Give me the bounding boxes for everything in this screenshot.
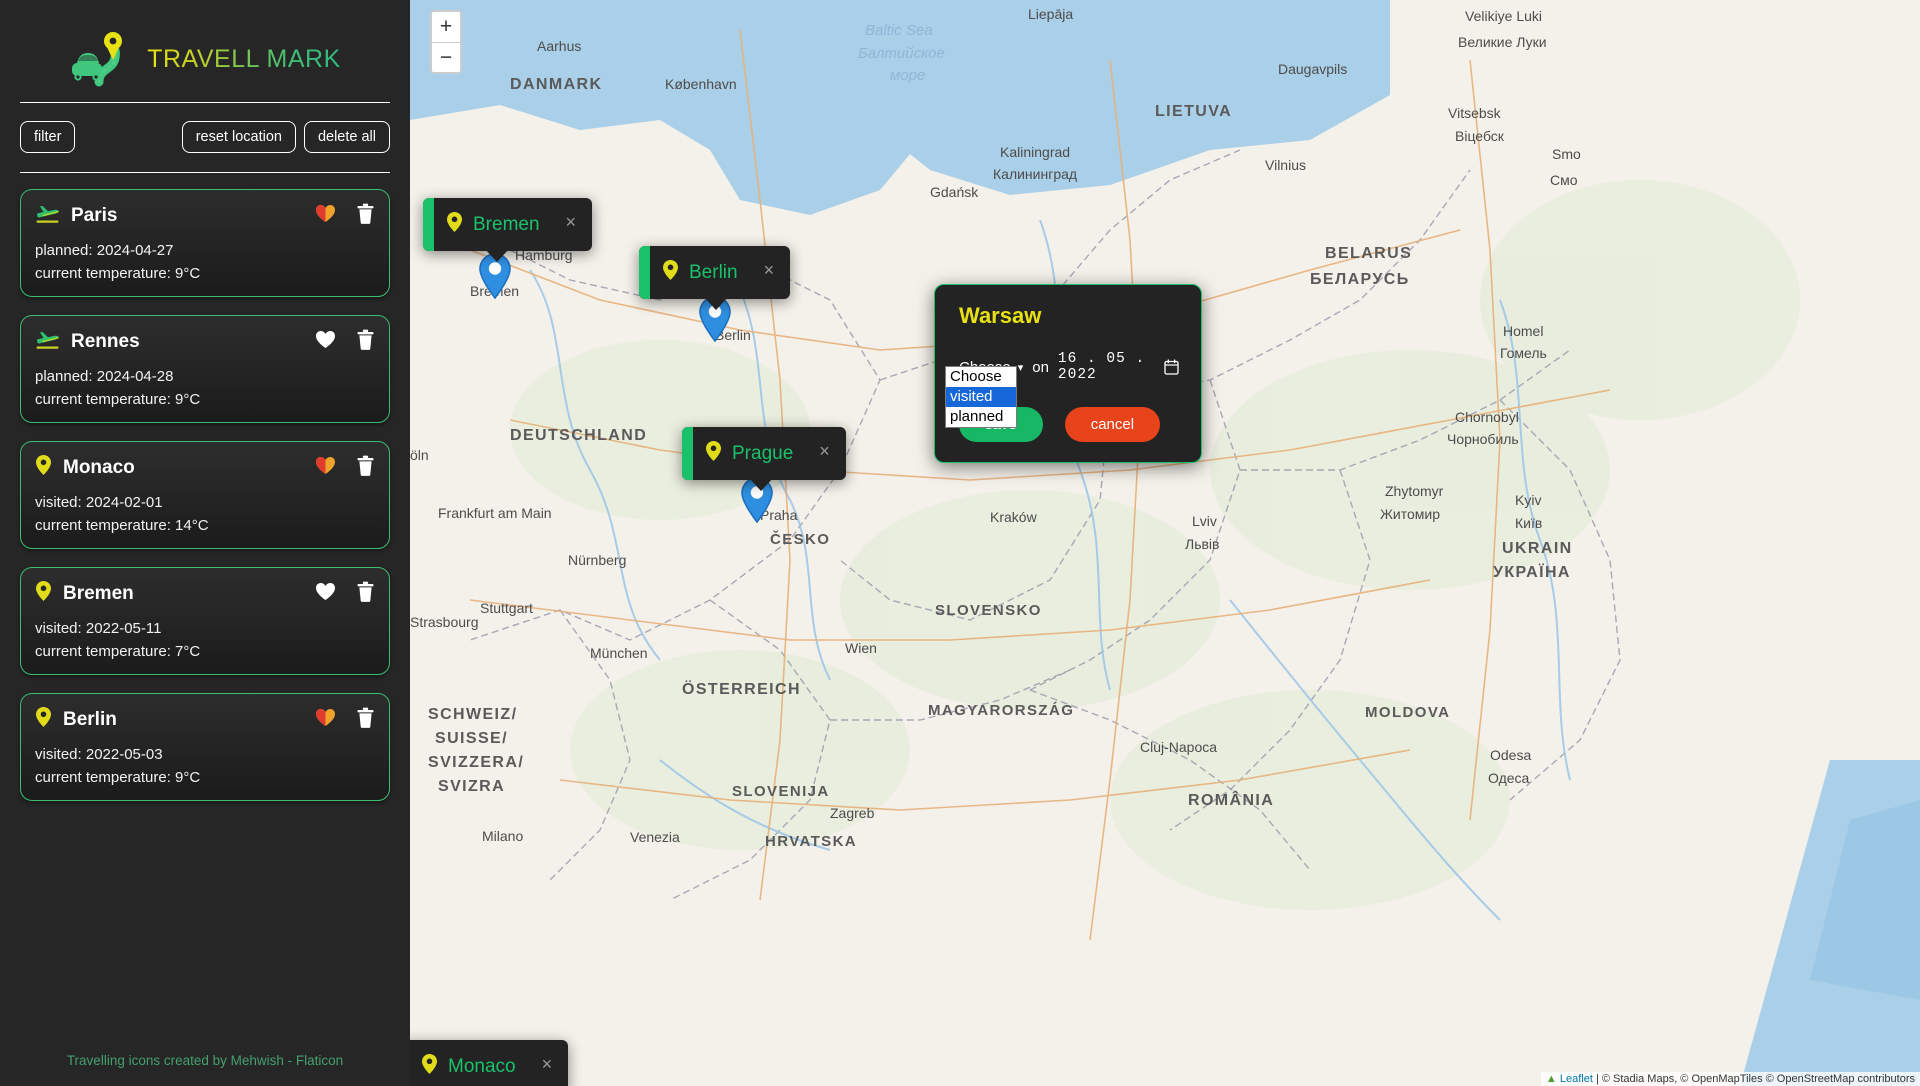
popup-title: Prague xyxy=(732,442,794,464)
card-status: planned: 2024-04-27 xyxy=(35,242,174,259)
dialog-title: Warsaw xyxy=(959,303,1042,328)
zoom-control[interactable]: + − xyxy=(430,10,462,74)
popup-body: Monaco × xyxy=(410,1040,568,1086)
trash-icon[interactable] xyxy=(356,203,375,224)
card-title: Rennes xyxy=(71,330,140,352)
date-value: 16 . 05 . 2022 xyxy=(1057,351,1146,383)
card-actions xyxy=(315,455,375,476)
card-status: visited: 2022-05-11 xyxy=(35,620,162,637)
map-tiles xyxy=(410,0,1920,1086)
card-title: Bremen xyxy=(63,582,134,604)
popup-title: Berlin xyxy=(689,261,738,283)
close-icon[interactable]: × xyxy=(803,442,832,460)
attribution-sources: | © Stadia Maps, © OpenMapTiles © OpenSt… xyxy=(1595,1073,1915,1085)
popup-accent-bar xyxy=(423,198,434,251)
airplane-icon xyxy=(35,203,60,229)
map-popup-berlin[interactable]: Berlin × xyxy=(639,246,791,310)
map-view[interactable]: + − Aarhus DANMARK København Baltic Sea Балт… xyxy=(410,0,1920,1086)
filter-button[interactable]: filter xyxy=(20,121,76,153)
card-status: visited: 2024-02-01 xyxy=(35,494,163,511)
map-pin-icon xyxy=(446,211,463,238)
dropdown-option-planned[interactable]: planned xyxy=(946,407,1016,427)
heart-outline-icon[interactable] xyxy=(315,582,336,601)
card-status: visited: 2022-05-03 xyxy=(35,746,163,763)
card-temperature: current temperature: 14°C xyxy=(35,517,209,534)
card-title: Berlin xyxy=(63,708,117,730)
airplane-icon xyxy=(35,329,60,355)
zoom-in-button[interactable]: + xyxy=(432,12,460,42)
trash-icon[interactable] xyxy=(356,329,375,350)
card-temperature: current temperature: 7°C xyxy=(35,643,201,660)
map-pin-icon xyxy=(35,580,52,607)
trash-icon[interactable] xyxy=(356,455,375,476)
popup-body: Bremen × xyxy=(434,198,592,251)
map-popup-bremen[interactable]: Bremen × xyxy=(423,198,593,262)
list-item[interactable]: Berlin visited: 2022-05-03 current tempe… xyxy=(20,693,390,801)
card-temperature: current temperature: 9°C xyxy=(35,265,201,282)
cancel-button[interactable]: cancel xyxy=(1064,407,1161,442)
footer-credit: Travelling icons created by Mehwish - Fl… xyxy=(66,1053,344,1068)
popup-title: Monaco xyxy=(448,1055,516,1077)
close-icon[interactable]: × xyxy=(550,213,579,231)
car-route-pin-icon xyxy=(69,30,133,88)
card-status: planned: 2024-04-28 xyxy=(35,368,174,385)
map-popup-monaco[interactable]: Monaco × xyxy=(410,1040,569,1086)
list-item[interactable]: Paris planned: 2024-04-27 current temper… xyxy=(20,189,390,297)
attribution-leaflet-link[interactable]: Leaflet xyxy=(1560,1073,1593,1085)
dropdown-option-visited[interactable]: visited xyxy=(946,387,1016,407)
card-temperature: current temperature: 9°C xyxy=(35,769,201,786)
on-label: on xyxy=(1032,358,1049,376)
chevron-down-icon: ▾ xyxy=(1017,361,1024,374)
map-attribution: ▲ Leaflet | © Stadia Maps, © OpenMapTile… xyxy=(1540,1072,1920,1086)
popup-title: Bremen xyxy=(473,213,540,235)
calendar-icon[interactable] xyxy=(1164,359,1179,375)
map-popup-prague[interactable]: Prague × xyxy=(682,427,846,491)
brand-header: TRAVELL MARK xyxy=(0,0,410,88)
map-pin-icon xyxy=(35,706,52,733)
card-actions xyxy=(315,707,375,728)
toolbar: filter reset location delete all xyxy=(0,103,410,153)
close-icon[interactable]: × xyxy=(526,1055,555,1073)
popup-tail xyxy=(704,297,728,310)
sidebar: TRAVELL MARK filter reset location delet… xyxy=(0,0,410,1086)
heart-outline-icon[interactable] xyxy=(315,330,336,349)
close-icon[interactable]: × xyxy=(748,261,777,279)
heart-filled-icon[interactable] xyxy=(315,204,336,223)
page-title: TRAVELL MARK xyxy=(147,44,341,73)
card-temperature: current temperature: 9°C xyxy=(35,391,201,408)
app-root: TRAVELL MARK filter reset location delet… xyxy=(0,0,1920,1086)
card-actions xyxy=(315,581,375,602)
list-item[interactable]: Monaco visited: 2024-02-01 current tempe… xyxy=(20,441,390,549)
map-pin-icon xyxy=(705,440,722,467)
trash-icon[interactable] xyxy=(356,581,375,602)
heart-filled-icon[interactable] xyxy=(315,456,336,475)
heart-filled-icon[interactable] xyxy=(315,708,336,727)
card-actions xyxy=(315,329,375,350)
card-title: Monaco xyxy=(63,456,135,478)
list-item[interactable]: Rennes planned: 2024-04-28 current tempe… xyxy=(20,315,390,423)
popup-body: Berlin × xyxy=(650,246,790,299)
zoom-out-button[interactable]: − xyxy=(432,42,460,72)
reset-location-button[interactable]: reset location xyxy=(181,121,296,153)
popup-accent-bar xyxy=(639,246,650,299)
popup-tail xyxy=(485,249,509,262)
map-pin-icon xyxy=(421,1053,438,1080)
popup-accent-bar xyxy=(682,427,693,480)
card-actions xyxy=(315,203,375,224)
map-pin-icon xyxy=(662,259,679,286)
list-item[interactable]: Bremen visited: 2022-05-11 current tempe… xyxy=(20,567,390,675)
popup-tail xyxy=(749,478,773,491)
place-list: Paris planned: 2024-04-27 current temper… xyxy=(0,173,410,801)
dropdown-option-choose[interactable]: Choose xyxy=(946,367,1016,387)
popup-body: Prague × xyxy=(693,427,846,480)
date-input[interactable]: 16 . 05 . 2022 xyxy=(1058,351,1179,383)
card-title: Paris xyxy=(71,204,118,226)
map-pin-icon xyxy=(35,454,52,481)
trash-icon[interactable] xyxy=(356,707,375,728)
leaflet-leaf-icon: ▲ xyxy=(1545,1073,1557,1085)
delete-all-button[interactable]: delete all xyxy=(303,121,390,153)
status-dropdown-list[interactable]: Choose visited planned xyxy=(945,366,1017,428)
